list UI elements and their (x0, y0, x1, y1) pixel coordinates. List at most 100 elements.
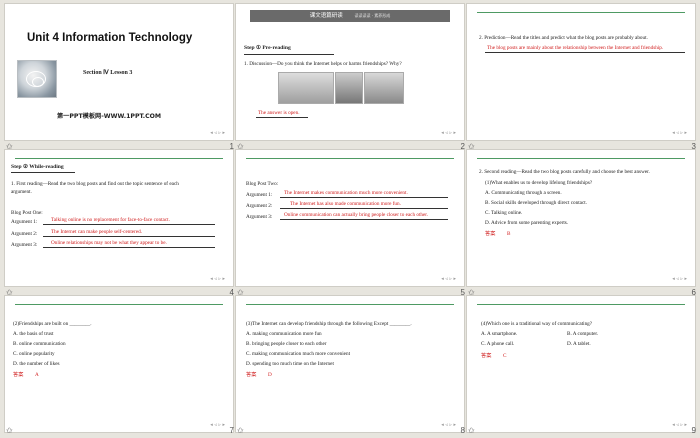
answer-underline (280, 197, 448, 198)
option-c: C. A phone call. (481, 341, 515, 347)
argument-label: Argument 1: (246, 192, 273, 198)
computer-photo (364, 72, 404, 104)
answer-text: The blog posts are mainly about the rela… (487, 45, 664, 51)
question-text: 2. Prediction—Read the titles and predic… (479, 35, 648, 41)
slide-grid: Unit 4 Information Technology Section Ⅳ … (0, 0, 700, 438)
accent-line (246, 304, 454, 305)
answer-text: The answer is open. (258, 110, 300, 116)
laptop-photo (278, 72, 334, 104)
answer-underline (256, 117, 308, 118)
accent-line (15, 304, 223, 305)
answer-underline (280, 208, 448, 209)
slide-5[interactable]: Blog Post Two: Argument 1: The Internet … (235, 149, 465, 287)
answer-value: B (507, 231, 511, 237)
option-a: A. making communication more fun (246, 331, 322, 337)
option-c: C. making communication much more conven… (246, 351, 351, 357)
slide-number-row: ✩ 8 (235, 426, 465, 438)
answer-underline (485, 52, 685, 53)
argument-answer: The Internet has also made communication… (290, 201, 401, 207)
star-icon[interactable]: ✩ (237, 426, 244, 435)
question-text: 1. First reading—Read the two blog posts… (11, 181, 179, 187)
question-text: 1. Discussion—Do you think the Internet … (244, 61, 402, 67)
argument-answer: Online communication can actually bring … (284, 212, 429, 218)
slide-8[interactable]: (3)The Internet can develop friendship t… (235, 295, 465, 433)
argument-label: Argument 1: (11, 219, 38, 225)
option-d: D. spending too much time on the Interne… (246, 361, 334, 367)
argument-label: Argument 3: (11, 242, 38, 248)
option-a: A. Communicating through a screen. (485, 190, 562, 196)
people-photo (335, 72, 363, 104)
option-c: C. online popularity (13, 351, 55, 357)
slide-6[interactable]: 2. Second reading—Read the two blog post… (466, 149, 696, 287)
question-text: (3)The Internet can develop friendship t… (246, 321, 412, 327)
argument-label: Argument 2: (11, 231, 38, 237)
option-a: A. A smartphone. (481, 331, 518, 337)
question-text-cont: argument. (11, 189, 32, 195)
option-d: D. A tablet. (567, 341, 591, 347)
slide-1[interactable]: Unit 4 Information Technology Section Ⅳ … (4, 3, 234, 141)
slide-7[interactable]: (2)Friendships are built on ________. A.… (4, 295, 234, 433)
question-text: (4)Which one is a traditional way of com… (481, 321, 593, 327)
option-d: D. the number of likes (13, 361, 60, 367)
slide-9[interactable]: (4)Which one is a traditional way of com… (466, 295, 696, 433)
accent-line (477, 304, 685, 305)
argument-answer: The Internet can make people self-center… (51, 229, 143, 235)
logo-image (17, 60, 57, 98)
slide-number-row: ✩ 7 (4, 426, 234, 438)
post-label: Blog Post One: (11, 210, 43, 216)
nav-arrows-icon[interactable]: ◂ ◃ ▹ ▸ (210, 130, 225, 136)
slide-3[interactable]: 2. Prediction—Read the titles and predic… (466, 3, 696, 141)
slide-title: Unit 4 Information Technology (27, 32, 193, 44)
option-a: A. the basis of trust (13, 331, 54, 337)
slide-2[interactable]: 课文语篇研读 读读读读 · 素养形成 Step ① Pre-reading 1.… (235, 3, 465, 141)
option-b: B. online communication (13, 341, 66, 347)
post-label: Blog Post Two: (246, 181, 279, 187)
question-text: (2)Friendships are built on ________. (13, 321, 92, 327)
answer-value: D (268, 372, 272, 378)
slide-number: 7 (229, 426, 234, 435)
slide-number: 8 (460, 426, 465, 435)
answer-label: 答案 (485, 231, 496, 237)
banner-title: 课文语篇研读 (309, 13, 343, 19)
answer-underline (43, 236, 215, 237)
star-icon[interactable]: ✩ (6, 426, 13, 435)
nav-arrows-icon[interactable]: ◂ ◃ ▹ ▸ (441, 276, 456, 282)
answer-label: 答案 (246, 372, 257, 378)
option-b: B. bringing people closer to each other (246, 341, 327, 347)
accent-line (246, 158, 454, 159)
answer-value: A (35, 372, 39, 378)
argument-label: Argument 2: (246, 203, 273, 209)
answer-underline (43, 247, 215, 248)
nav-arrows-icon[interactable]: ◂ ◃ ▹ ▸ (672, 276, 687, 282)
section-label: Section Ⅳ Lesson 3 (83, 70, 133, 76)
option-c: C. Talking online. (485, 210, 523, 216)
step-heading: Step ② While-reading (11, 164, 64, 170)
nav-arrows-icon[interactable]: ◂ ◃ ▹ ▸ (441, 130, 456, 136)
argument-answer: Talking online is no replacement for fac… (51, 217, 170, 223)
nav-arrows-icon[interactable]: ◂ ◃ ▹ ▸ (210, 276, 225, 282)
banner-subtitle: 读读读读 · 素养形成 (354, 13, 391, 18)
answer-label: 答案 (481, 353, 492, 359)
argument-answer: Online relationships may not be what the… (51, 240, 167, 246)
site-label: 第一PPT模板网-WWW.1PPT.COM (57, 113, 162, 120)
argument-answer: The Internet makes communication much mo… (284, 190, 408, 196)
accent-line (477, 158, 685, 159)
answer-label: 答案 (13, 372, 24, 378)
answer-underline (280, 219, 448, 220)
option-d: D. Advice from some parenting experts. (485, 220, 569, 226)
step-heading: Step ① Pre-reading (244, 45, 291, 51)
slide-number: 9 (691, 426, 696, 435)
argument-label: Argument 3: (246, 214, 273, 220)
slide-4[interactable]: Step ② While-reading 1. First reading—Re… (4, 149, 234, 287)
section-banner: 课文语篇研读 读读读读 · 素养形成 (250, 10, 450, 22)
nav-arrows-icon[interactable]: ◂ ◃ ▹ ▸ (672, 130, 687, 136)
answer-underline (43, 224, 215, 225)
slide-number-row: ✩ 9 (466, 426, 696, 438)
option-b: B. A computer. (567, 331, 599, 337)
question-text: 2. Second reading—Read the two blog post… (479, 169, 650, 175)
question-subtext: (1)What enables us to develop lifelong f… (485, 180, 593, 186)
divider (11, 172, 75, 173)
star-icon[interactable]: ✩ (468, 426, 475, 435)
accent-line (15, 158, 223, 159)
answer-value: C (503, 353, 507, 359)
